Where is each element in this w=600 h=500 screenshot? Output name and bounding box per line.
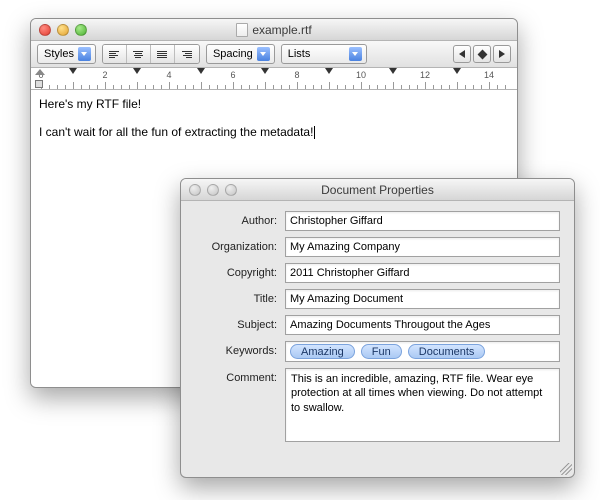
nav-buttons <box>453 45 511 63</box>
nav-next-button[interactable] <box>493 45 511 63</box>
tab-stop-icon[interactable] <box>261 68 269 74</box>
keywords-field[interactable]: Amazing Fun Documents <box>285 341 560 362</box>
lists-dropdown[interactable]: Lists <box>281 44 367 64</box>
keyword-token[interactable]: Amazing <box>290 344 355 359</box>
keywords-row: Keywords: Amazing Fun Documents <box>195 341 560 362</box>
close-icon[interactable] <box>189 184 201 196</box>
comment-row: Comment: <box>195 368 560 445</box>
align-segment <box>102 44 200 64</box>
comment-label: Comment: <box>195 368 285 384</box>
organization-label: Organization: <box>195 237 285 253</box>
editor-titlebar[interactable]: example.rtf <box>31 19 517 41</box>
ruler-number: 10 <box>356 70 366 80</box>
lists-label: Lists <box>288 48 311 60</box>
first-line-indent-icon[interactable] <box>35 69 45 75</box>
nav-prev-button[interactable] <box>453 45 471 63</box>
author-field[interactable] <box>285 211 560 231</box>
tab-stop-icon[interactable] <box>69 68 77 74</box>
copyright-label: Copyright: <box>195 263 285 279</box>
tab-stop-icon[interactable] <box>453 68 461 74</box>
tab-stop-icon[interactable] <box>133 68 141 74</box>
window-title: example.rtf <box>31 23 517 37</box>
left-indent-icon[interactable] <box>35 80 43 88</box>
comment-field[interactable] <box>285 368 560 442</box>
keywords-label: Keywords: <box>195 341 285 357</box>
title-row: Title: <box>195 289 560 309</box>
editor-toolbar: Styles Spacing Lists <box>31 41 517 68</box>
organization-field[interactable] <box>285 237 560 257</box>
organization-row: Organization: <box>195 237 560 257</box>
window-controls <box>31 24 87 36</box>
ruler-number: 12 <box>420 70 430 80</box>
paragraph: Here's my RTF file! <box>39 96 509 112</box>
keyword-token[interactable]: Documents <box>408 344 486 359</box>
tab-stop-icon[interactable] <box>325 68 333 74</box>
window-title-text: Document Properties <box>321 183 434 197</box>
paragraph: I can't wait for all the fun of extracti… <box>39 124 509 140</box>
author-label: Author: <box>195 211 285 227</box>
spacing-dropdown[interactable]: Spacing <box>206 44 275 64</box>
minimize-icon[interactable] <box>57 24 69 36</box>
window-controls <box>181 184 237 196</box>
properties-titlebar[interactable]: Document Properties <box>181 179 574 201</box>
spacing-label: Spacing <box>213 48 253 60</box>
ruler-number: 4 <box>166 70 171 80</box>
window-title-text: example.rtf <box>252 23 311 37</box>
chevron-down-icon <box>257 47 270 61</box>
diamond-icon <box>477 49 487 59</box>
zoom-icon[interactable] <box>225 184 237 196</box>
chevron-down-icon <box>78 47 91 61</box>
properties-form: Author: Organization: Copyright: Title: … <box>181 201 574 463</box>
align-right-button[interactable] <box>175 45 199 63</box>
document-icon <box>236 23 248 37</box>
tab-stop-icon[interactable] <box>197 68 205 74</box>
styles-dropdown[interactable]: Styles <box>37 44 96 64</box>
nav-marker-button[interactable] <box>473 45 491 63</box>
align-center-button[interactable] <box>127 45 151 63</box>
ruler-number: 2 <box>102 70 107 80</box>
title-label: Title: <box>195 289 285 305</box>
ruler-number: 14 <box>484 70 494 80</box>
ruler[interactable]: 02468101214 <box>31 68 517 90</box>
text-cursor-icon <box>314 126 315 139</box>
author-row: Author: <box>195 211 560 231</box>
close-icon[interactable] <box>39 24 51 36</box>
subject-field[interactable] <box>285 315 560 335</box>
align-left-button[interactable] <box>103 45 127 63</box>
keyword-token[interactable]: Fun <box>361 344 402 359</box>
subject-label: Subject: <box>195 315 285 331</box>
properties-window: Document Properties Author: Organization… <box>180 178 575 478</box>
zoom-icon[interactable] <box>75 24 87 36</box>
tab-stop-icon[interactable] <box>389 68 397 74</box>
styles-label: Styles <box>44 48 74 60</box>
chevron-down-icon <box>349 47 362 61</box>
ruler-number: 8 <box>294 70 299 80</box>
resize-handle-icon[interactable] <box>560 463 572 475</box>
minimize-icon[interactable] <box>207 184 219 196</box>
copyright-row: Copyright: <box>195 263 560 283</box>
align-justify-button[interactable] <box>151 45 175 63</box>
ruler-number: 6 <box>230 70 235 80</box>
triangle-right-icon <box>499 50 505 58</box>
copyright-field[interactable] <box>285 263 560 283</box>
window-title: Document Properties <box>181 183 574 197</box>
subject-row: Subject: <box>195 315 560 335</box>
triangle-left-icon <box>459 50 465 58</box>
title-field[interactable] <box>285 289 560 309</box>
